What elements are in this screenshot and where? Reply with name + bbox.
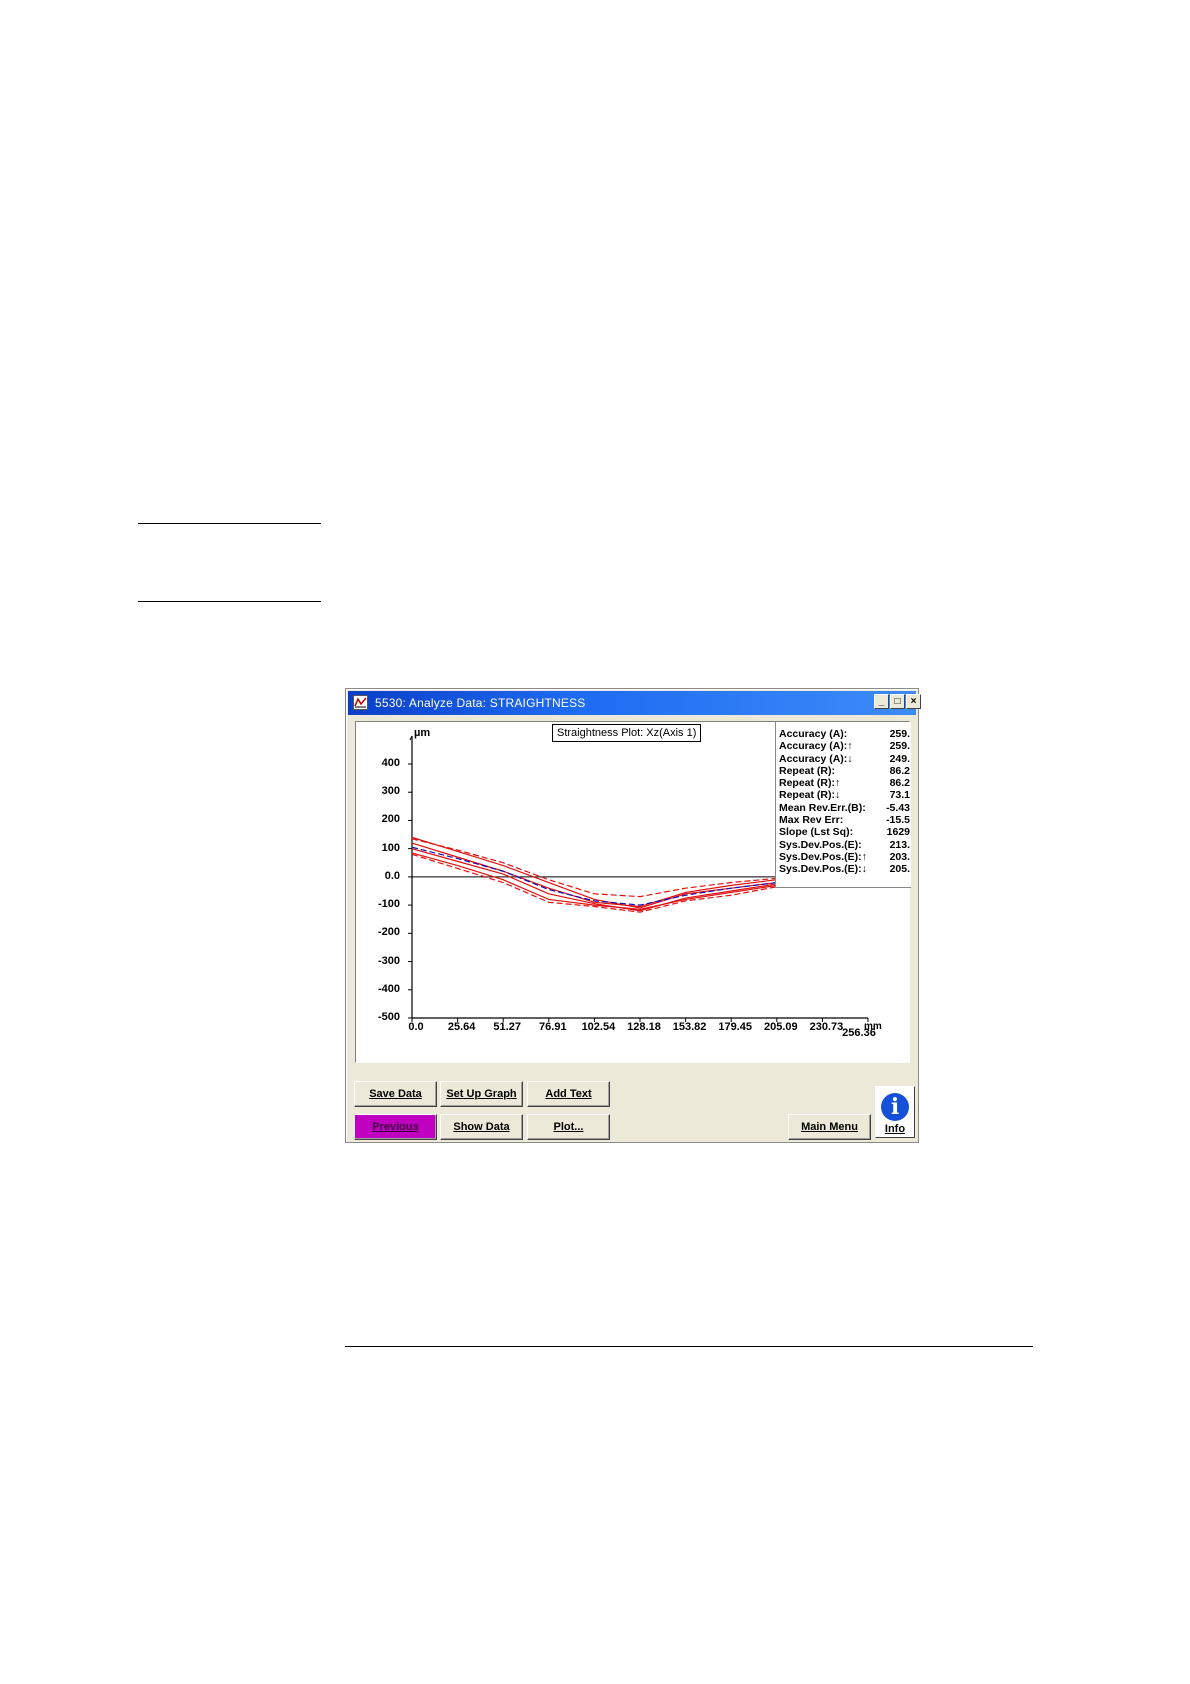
graph-panel: Straightness Plot: Xz(Axis 1) µm mm 400 3…: [355, 721, 911, 1063]
stat-row: Repeat (R):↑ 86.2: [776, 777, 911, 789]
series-line-3: [411, 848, 823, 912]
stat-label: Mean Rev.Err.(B):: [779, 801, 866, 814]
stat-value: 86.2: [889, 764, 910, 777]
stat-label: Accuracy (A):↑: [779, 740, 853, 753]
stat-value: 259.: [889, 740, 910, 753]
stat-value: 205.: [889, 863, 910, 876]
y-tick-label: -400: [377, 982, 400, 995]
x-tick-label: 153.82: [672, 1021, 707, 1033]
x-tick-label: 102.54: [581, 1021, 616, 1033]
stat-label: Sys.Dev.Pos.(E):↑: [779, 850, 867, 863]
stat-row: Slope (Lst Sq): 1629: [776, 826, 911, 838]
main-menu-button[interactable]: Main Menu: [788, 1114, 871, 1140]
info-icon: i: [881, 1093, 909, 1121]
x-tick-label: 256.36: [842, 1027, 876, 1039]
plot-title: Straightness Plot: Xz(Axis 1): [552, 724, 702, 742]
stat-row: Repeat (R):↓ 73.1: [776, 789, 911, 801]
y-tick-label: 300: [381, 785, 400, 798]
stat-row: Repeat (R): 86.2: [776, 765, 911, 777]
stat-value: 86.2: [889, 777, 910, 790]
minimize-button[interactable]: _: [874, 694, 889, 709]
y-tick-label: 100: [381, 841, 400, 854]
stat-label: Sys.Dev.Pos.(E):↓: [779, 863, 867, 876]
page-rule-top: [138, 523, 321, 524]
x-tick-label: 128.18: [627, 1021, 661, 1033]
stat-value: 249.: [889, 752, 910, 765]
add-text-button[interactable]: Add Text: [527, 1081, 610, 1107]
show-data-button[interactable]: Show Data: [440, 1114, 523, 1140]
stat-row: Accuracy (A): 259.: [776, 728, 911, 740]
app-icon[interactable]: [353, 695, 368, 710]
stat-label: Sys.Dev.Pos.(E):: [779, 838, 862, 851]
stat-value: 73.1: [889, 789, 910, 802]
stat-label: Repeat (R):↓: [779, 789, 841, 802]
title-bar[interactable]: 5530: Analyze Data: STRAIGHTNESS _ □ ×: [348, 691, 921, 715]
x-tick-label: 179.45: [718, 1021, 753, 1033]
stat-label: Accuracy (A):: [779, 728, 848, 740]
stat-value: 1629: [886, 826, 910, 839]
x-tick-label: 205.09: [763, 1021, 798, 1033]
close-button[interactable]: ×: [906, 694, 921, 709]
analyze-data-window: 5530: Analyze Data: STRAIGHTNESS _ □ × S…: [345, 688, 921, 1143]
previous-button[interactable]: Previous: [354, 1114, 437, 1140]
x-tick-label: 0.0: [408, 1021, 424, 1033]
x-tick-label: 230.73: [809, 1021, 844, 1033]
save-data-button[interactable]: Save Data: [354, 1081, 437, 1107]
stat-row: Sys.Dev.Pos.(E): 213.: [776, 839, 911, 851]
y-tick-label: 200: [381, 813, 400, 826]
window-title: 5530: Analyze Data: STRAIGHTNESS: [375, 696, 586, 710]
stat-row: Mean Rev.Err.(B): -5.43: [776, 802, 911, 814]
info-label: Info: [884, 1123, 906, 1135]
stat-label: Repeat (R):: [779, 764, 836, 777]
y-tick-label: -500: [377, 1011, 400, 1023]
maximize-button[interactable]: □: [890, 694, 905, 709]
x-tick-label: 25.64: [447, 1021, 476, 1033]
y-tick-label: 0.0: [384, 869, 400, 882]
x-tick-label: 76.91: [539, 1021, 567, 1033]
stat-value: 203.: [889, 850, 910, 863]
series-line-1: [411, 836, 823, 909]
y-tick-label: -300: [377, 954, 400, 967]
page-rule-bottom: [345, 1346, 1033, 1347]
stat-label: Max Rev Err:: [779, 814, 844, 827]
stat-value: -15.5: [886, 814, 910, 827]
set-up-graph-button[interactable]: Set Up Graph: [440, 1081, 523, 1107]
y-tick-label: -200: [377, 926, 400, 939]
statistics-panel: ---------------- Accuracy (A):259.Accura…: [775, 722, 911, 888]
stat-label: Repeat (R):↑: [779, 777, 841, 790]
info-button[interactable]: i Info: [875, 1086, 915, 1138]
stat-value: 259.: [889, 728, 910, 740]
series-line-2: [411, 842, 823, 908]
stat-row: Max Rev Err: -15.5: [776, 814, 911, 826]
stat-row: Sys.Dev.Pos.(E):↑ 203.: [776, 851, 911, 863]
stat-value: -5.43: [886, 801, 910, 814]
y-tick-label: 400: [381, 757, 400, 769]
stat-label: Slope (Lst Sq):: [779, 826, 854, 839]
stat-row: Sys.Dev.Pos.(E):↓ 205.: [776, 863, 911, 875]
y-tick-label: -100: [377, 898, 400, 911]
page-rule-middle: [138, 601, 321, 602]
stat-value: 213.: [889, 838, 910, 851]
stat-row: Accuracy (A):↑ 259.: [776, 740, 911, 752]
y-axis-unit: µm: [414, 727, 431, 739]
stat-label: Accuracy (A):↓: [779, 752, 853, 765]
stat-row: Accuracy (A):↓ 249.: [776, 753, 911, 765]
plot-button[interactable]: Plot...: [527, 1114, 610, 1140]
x-tick-label: 51.27: [493, 1021, 521, 1033]
